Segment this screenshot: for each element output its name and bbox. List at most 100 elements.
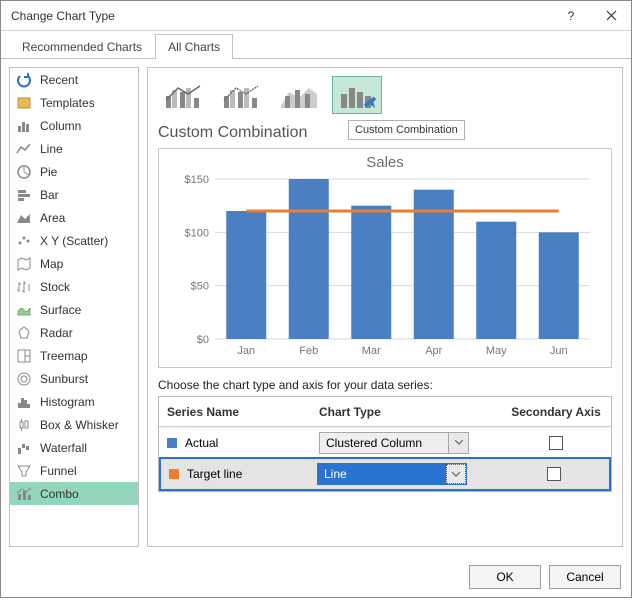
sidebar-item-treemap[interactable]: Treemap: [10, 344, 138, 367]
sunburst-icon: [16, 371, 32, 387]
sidebar-label: Combo: [40, 487, 79, 501]
series-row-actual[interactable]: Actual Clustered Column: [159, 427, 611, 457]
waterfall-icon: [16, 440, 32, 456]
svg-text:Feb: Feb: [299, 345, 318, 357]
svg-text:Jan: Jan: [237, 345, 255, 357]
pie-icon: [16, 164, 32, 180]
sidebar-item-line[interactable]: Line: [10, 137, 138, 160]
series-name-label: Target line: [187, 467, 242, 481]
chart-preview: Sales $0 $50 $100 $150 Jan Feb Mar Apr May Jun: [158, 148, 612, 368]
sidebar-label: Box & Whisker: [40, 418, 119, 432]
series-name-label: Actual: [185, 436, 218, 450]
surface-icon: [16, 302, 32, 318]
svg-text:$0: $0: [197, 334, 209, 346]
chevron-down-icon: [446, 464, 466, 484]
svg-text:Jun: Jun: [550, 345, 568, 357]
window-title: Change Chart Type: [11, 9, 551, 23]
sidebar-label: Templates: [40, 96, 95, 110]
sidebar-label: Bar: [40, 188, 59, 202]
sidebar-item-map[interactable]: Map: [10, 252, 138, 275]
svg-text:May: May: [486, 345, 507, 357]
svg-text:Sales: Sales: [366, 154, 404, 171]
series-grid-header: Series Name Chart Type Secondary Axis: [159, 397, 611, 427]
sidebar-item-stock[interactable]: Stock: [10, 275, 138, 298]
change-chart-type-dialog: Change Chart Type ? Recommended Charts A…: [0, 0, 632, 598]
series-type-dropdown-target-line[interactable]: Line: [317, 463, 467, 485]
sidebar-item-surface[interactable]: Surface: [10, 298, 138, 321]
chevron-down-icon: [448, 433, 468, 453]
series-row-target-line[interactable]: Target line Line: [159, 457, 611, 491]
series-header-name: Series Name: [159, 397, 311, 426]
sidebar-label: Treemap: [40, 349, 88, 363]
series-swatch-icon: [167, 438, 177, 448]
sidebar-item-area[interactable]: Area: [10, 206, 138, 229]
sidebar-label: Map: [40, 257, 63, 271]
secondary-axis-checkbox-actual[interactable]: [549, 436, 563, 450]
sidebar-item-waterfall[interactable]: Waterfall: [10, 436, 138, 459]
sidebar-item-bar[interactable]: Bar: [10, 183, 138, 206]
series-type-dropdown-actual[interactable]: Clustered Column: [319, 432, 469, 454]
subtype-clustered-column-line[interactable]: [158, 76, 208, 114]
sidebar-item-box-whisker[interactable]: Box & Whisker: [10, 413, 138, 436]
radar-icon: [16, 325, 32, 341]
sidebar-item-column[interactable]: Column: [10, 114, 138, 137]
svg-text:Apr: Apr: [425, 345, 442, 357]
series-prompt-label: Choose the chart type and axis for your …: [158, 378, 612, 392]
subtype-stacked-area-clustered-column[interactable]: [274, 76, 324, 114]
sidebar-label: Area: [40, 211, 65, 225]
sidebar-label: Radar: [40, 326, 73, 340]
sidebar-item-sunburst[interactable]: Sunburst: [10, 367, 138, 390]
sidebar-item-combo[interactable]: Combo: [10, 482, 138, 505]
line-icon: [16, 141, 32, 157]
templates-icon: [16, 95, 32, 111]
sidebar-item-scatter[interactable]: X Y (Scatter): [10, 229, 138, 252]
series-header-axis: Secondary Axis: [501, 397, 611, 426]
sidebar-label: Funnel: [40, 464, 77, 478]
stock-icon: [16, 279, 32, 295]
titlebar: Change Chart Type ?: [1, 1, 631, 31]
cancel-button[interactable]: Cancel: [549, 565, 621, 589]
tab-recommended-charts[interactable]: Recommended Charts: [9, 34, 155, 59]
sidebar-item-radar[interactable]: Radar: [10, 321, 138, 344]
histogram-icon: [16, 394, 32, 410]
sidebar-label: Waterfall: [40, 441, 87, 455]
help-button[interactable]: ?: [551, 1, 591, 31]
close-button[interactable]: [591, 1, 631, 31]
dialog-footer: OK Cancel: [1, 555, 631, 597]
series-grid: Series Name Chart Type Secondary Axis Ac…: [158, 396, 612, 492]
svg-text:$50: $50: [191, 281, 209, 293]
chart-category-list[interactable]: Recent Templates Column Line Pie Bar Are…: [9, 67, 139, 547]
area-icon: [16, 210, 32, 226]
svg-text:$100: $100: [185, 227, 209, 239]
map-icon: [16, 256, 32, 272]
sidebar-item-recent[interactable]: Recent: [10, 68, 138, 91]
main-panel: Custom Combination Custom Combination Sa…: [147, 67, 623, 547]
sidebar-label: Sunburst: [40, 372, 88, 386]
sidebar-label: Stock: [40, 280, 70, 294]
treemap-icon: [16, 348, 32, 364]
sidebar-label: Surface: [40, 303, 81, 317]
funnel-icon: [16, 463, 32, 479]
svg-text:Mar: Mar: [362, 345, 381, 357]
ok-button[interactable]: OK: [469, 565, 541, 589]
svg-text:$150: $150: [185, 174, 209, 186]
sidebar-label: Pie: [40, 165, 57, 179]
close-icon: [606, 10, 617, 21]
secondary-axis-checkbox-target-line[interactable]: [547, 467, 561, 481]
subtype-clustered-column-line-secondary[interactable]: [216, 76, 266, 114]
sidebar-label: X Y (Scatter): [40, 234, 108, 248]
subtype-custom-combination[interactable]: [332, 76, 382, 114]
sidebar-item-histogram[interactable]: Histogram: [10, 390, 138, 413]
sidebar-label: Histogram: [40, 395, 95, 409]
column-icon: [16, 118, 32, 134]
sidebar-label: Column: [40, 119, 81, 133]
tabstrip: Recommended Charts All Charts: [1, 31, 631, 59]
tab-all-charts[interactable]: All Charts: [155, 34, 233, 59]
sidebar-label: Line: [40, 142, 63, 156]
sidebar-label: Recent: [40, 73, 78, 87]
sidebar-item-templates[interactable]: Templates: [10, 91, 138, 114]
sidebar-item-pie[interactable]: Pie: [10, 160, 138, 183]
subtype-list: [158, 76, 612, 120]
series-header-type: Chart Type: [311, 397, 501, 426]
sidebar-item-funnel[interactable]: Funnel: [10, 459, 138, 482]
